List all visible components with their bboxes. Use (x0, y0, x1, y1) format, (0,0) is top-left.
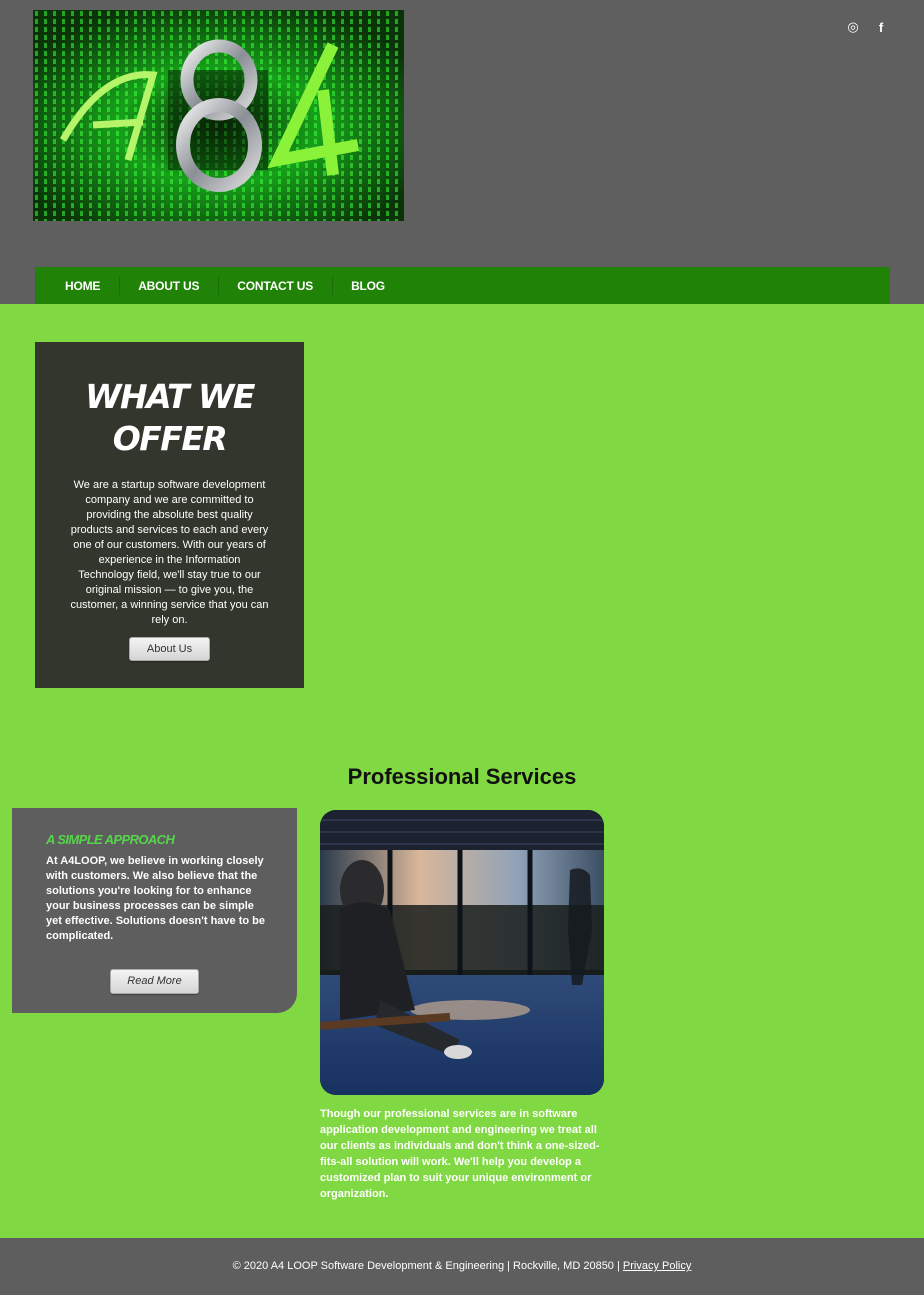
instagram-icon[interactable]: ◎ (846, 19, 860, 34)
logo-graphic (33, 10, 404, 221)
section-title: Professional Services (347, 764, 577, 789)
site-footer: © 2020 A4 LOOP Software Development & En… (0, 1238, 924, 1295)
offer-title: WHAT WE OFFER (35, 376, 304, 460)
facebook-icon[interactable]: f (874, 20, 888, 35)
nav-item-about-us[interactable]: ABOUT US (119, 267, 218, 304)
offer-title-line2: OFFER (112, 419, 228, 458)
site-header: ◎ f HOME ABOUT US CONTACT US BLOG (0, 0, 924, 304)
services-photo (320, 810, 604, 1095)
footer-text: © 2020 A4 LOOP Software Development & En… (232, 1260, 623, 1272)
main-content: WHAT WE OFFER We are a startup software … (0, 304, 924, 1238)
approach-title: A SIMPLE APPROACH (46, 832, 175, 847)
approach-text: At A4LOOP, we believe in working closely… (46, 855, 265, 942)
offer-card: WHAT WE OFFER We are a startup software … (35, 342, 304, 688)
read-more-button[interactable]: Read More (110, 969, 199, 994)
main-nav: HOME ABOUT US CONTACT US BLOG (35, 267, 890, 304)
social-links: ◎ f (846, 19, 888, 35)
photo-graphic (320, 810, 604, 1095)
offer-title-line1: WHAT WE (85, 377, 255, 416)
nav-item-home[interactable]: HOME (46, 267, 119, 304)
offer-text: We are a startup software development co… (70, 479, 269, 626)
privacy-policy-link[interactable]: Privacy Policy (623, 1260, 691, 1272)
nav-item-blog[interactable]: BLOG (332, 267, 404, 304)
approach-card: A SIMPLE APPROACH At A4LOOP, we believe … (12, 808, 297, 1013)
site-logo[interactable] (33, 10, 404, 221)
nav-item-contact-us[interactable]: CONTACT US (218, 267, 332, 304)
services-description: Though our professional services are in … (320, 1108, 600, 1200)
about-us-button[interactable]: About Us (129, 637, 210, 661)
